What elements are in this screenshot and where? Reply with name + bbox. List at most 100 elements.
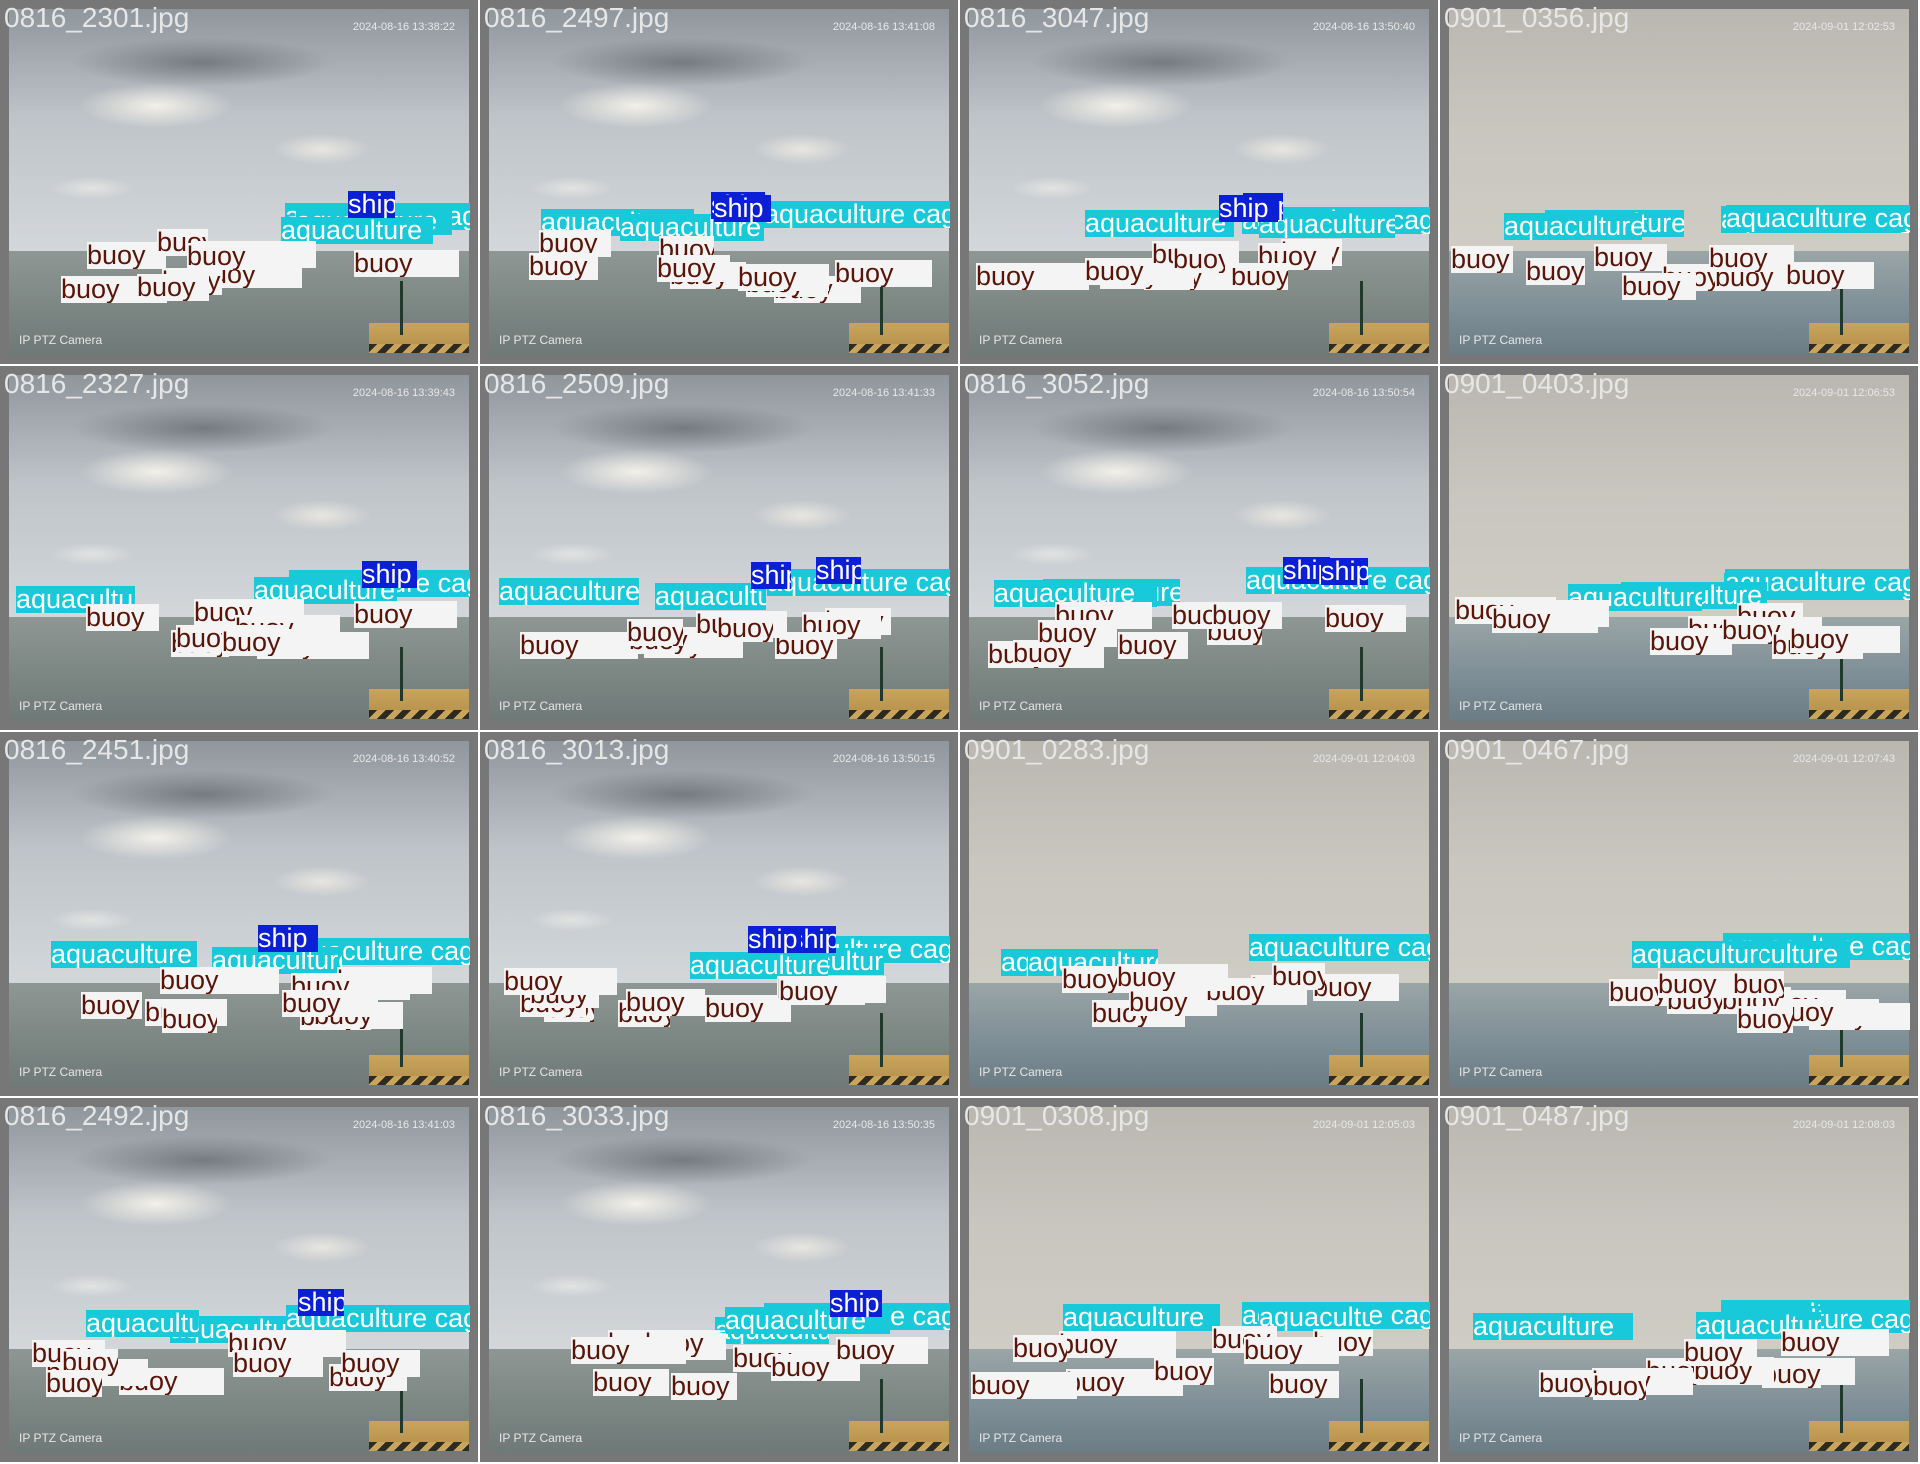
filename-label: 0901_0283.jpg xyxy=(964,734,1150,765)
aquaculture-label: aquaculture xyxy=(281,217,433,244)
buoy-label: buoy xyxy=(657,255,730,282)
image-tile: IP PTZ Camera2024-08-16 13:50:15aquacult… xyxy=(480,732,960,1098)
buoy-label: buoy xyxy=(671,1373,737,1400)
buoy-label: buoy xyxy=(282,990,378,1017)
aquaculture-label: aquaculture xyxy=(1504,213,1642,240)
buoy-label: buoy xyxy=(1059,1331,1176,1358)
buoy-label: buoy xyxy=(1737,1006,1793,1033)
filename-label: 0816_3033.jpg xyxy=(484,1100,670,1131)
buoy-label: buoy xyxy=(1212,602,1282,629)
buoy-label: buoy xyxy=(520,632,638,659)
buoy-label: buoy xyxy=(1244,1337,1339,1364)
detection-overlay: aquaculture cageaquacultureaquaculturebu… xyxy=(960,1098,1438,1462)
buoy-label: buoy xyxy=(81,992,142,1019)
buoy-label: buoy xyxy=(233,1350,323,1377)
image-tile: IP PTZ Camera 2024-08-16 13:38:22 aquacult… xyxy=(0,0,480,366)
aquaculture-label: aquaculture xyxy=(1085,210,1234,237)
buoy-label: buoy xyxy=(593,1369,669,1396)
ship-label: ship xyxy=(751,562,791,589)
buoy-label: buoy xyxy=(976,263,1089,290)
buoy-label: buoy xyxy=(1650,628,1732,655)
buoy-label: buoy xyxy=(1594,244,1667,271)
image-tile: IP PTZ Camera 2024-08-16 13:40:52 aquacult… xyxy=(0,732,480,1098)
image-tile: IP PTZ Camera2024-08-16 13:50:40aquacult… xyxy=(960,0,1440,366)
ship-label: ship xyxy=(1219,195,1278,222)
buoy-label: buoy xyxy=(354,250,459,277)
detection-overlay: aquaculture cageaquaculture cageaquacult… xyxy=(1440,0,1918,364)
image-tile: IP PTZ Camera2024-08-16 13:39:43aquacult… xyxy=(0,366,480,732)
aquaculture-label: aquaculture xyxy=(1473,1313,1633,1340)
detection-overlay: aquaculture cageaquacultureaquaculturebu… xyxy=(0,366,478,730)
buoy-label: buoy xyxy=(1118,632,1188,659)
buoy-label: buoy xyxy=(971,1372,1077,1399)
detection-overlay: aquaculture cageaquaculture cageaquacult… xyxy=(1440,1098,1918,1462)
detection-overlay: aquaculture cageaquacultureaquaculturebu… xyxy=(480,366,958,730)
detection-overlay: aquaculture cageaquacultureaquaculturebu… xyxy=(0,0,478,364)
ship-label: ship xyxy=(362,561,417,588)
buoy-label: buoy xyxy=(1038,620,1117,647)
ship-label: ship xyxy=(348,191,395,218)
buoy-label: buoy xyxy=(160,967,279,994)
buoy-label: buoy xyxy=(1451,246,1513,273)
detection-mosaic: IP PTZ Camera 2024-08-16 13:38:22 aquacult… xyxy=(0,0,1920,1464)
buoy-label: buoy xyxy=(836,1337,928,1364)
buoy-label: buoy xyxy=(626,989,705,1016)
buoy-label: buoy xyxy=(1013,1335,1067,1362)
detection-overlay: aquaculture cageaquacultureaquaculturebu… xyxy=(480,1098,958,1462)
buoy-label: buoy xyxy=(137,274,209,301)
buoy-label: buoy xyxy=(835,260,932,287)
buoy-label: buoy xyxy=(87,242,166,269)
aquaculture-label: aquaculture xyxy=(86,1310,199,1337)
buoy-label: buoy xyxy=(571,1337,686,1364)
buoy-label: buoy xyxy=(1709,245,1794,272)
buoy-label: buoy xyxy=(1684,1339,1757,1366)
buoy-label: buoy xyxy=(1790,626,1900,653)
aquaculture-cage-label: aquaculture cage xyxy=(764,201,950,228)
detection-overlay: aquaculture cageaquacultureaquaculturebu… xyxy=(0,1098,478,1462)
filename-label: 0816_2492.jpg xyxy=(4,1100,190,1131)
detection-overlay: aquaculture cageaquacultureaquaculturebu… xyxy=(480,732,958,1096)
image-tile: IP PTZ Camera2024-08-16 13:41:33aquacult… xyxy=(480,366,960,732)
buoy-label: buoy xyxy=(1733,971,1784,998)
image-tile: IP PTZ Camera 2024-09-01 12:02:53 aquacult… xyxy=(1440,0,1920,366)
buoy-label: buoy xyxy=(1129,989,1217,1016)
buoy-label: buoy xyxy=(1117,964,1228,991)
ship-label: ship xyxy=(816,557,861,584)
aquaculture-label: aquaculture xyxy=(51,941,197,968)
buoy-label: buoy xyxy=(1231,263,1288,290)
ship-label: ship xyxy=(298,1289,344,1316)
detection-overlay: aquaculture cageaquacultureaquaculturebu… xyxy=(960,366,1438,730)
filename-label: 0816_3013.jpg xyxy=(484,734,670,765)
image-tile: IP PTZ Camera2024-09-01 12:08:03aquacult… xyxy=(1440,1098,1920,1464)
detection-overlay: aquaculture cageaquacultureaquaculturebu… xyxy=(480,0,958,364)
image-tile: IP PTZ Camera2024-09-01 12:05:03aquacult… xyxy=(960,1098,1440,1464)
filename-label: 0901_0467.jpg xyxy=(1444,734,1630,765)
filename-label: 0816_3047.jpg xyxy=(964,2,1150,33)
buoy-label: buoy xyxy=(46,1370,102,1397)
filename-label: 0816_2451.jpg xyxy=(4,734,190,765)
ship-label: ship xyxy=(1321,558,1368,585)
image-tile: IP PTZ Camera2024-09-01 12:07:43aquacult… xyxy=(1440,732,1920,1098)
image-tile: IP PTZ Camera 2024-08-16 13:41:08 aquacult… xyxy=(480,0,960,366)
buoy-label: buoy xyxy=(162,1006,217,1033)
buoy-label: buoy xyxy=(341,1350,420,1377)
buoy-label: buoy xyxy=(1269,1371,1339,1398)
filename-label: 0901_0487.jpg xyxy=(1444,1100,1630,1131)
filename-label: 0816_2509.jpg xyxy=(484,368,670,399)
detection-overlay: aquaculture cageaquacultureaquaculturebu… xyxy=(0,732,478,1096)
aquaculture-label: aquaculture xyxy=(499,578,639,605)
detection-overlay: aquaculture cageaquaculture cageaquacult… xyxy=(1440,732,1918,1096)
image-tile: IP PTZ Camera 2024-09-01 12:04:03 aquacult… xyxy=(960,732,1440,1098)
image-tile: IP PTZ Camera2024-08-16 13:50:54aquacult… xyxy=(960,366,1440,732)
buoy-label: buoy xyxy=(1526,258,1585,285)
buoy-label: buoy xyxy=(1786,262,1874,289)
image-tile: IP PTZ Camera 2024-08-16 13:41:03 aquacult… xyxy=(0,1098,480,1464)
filename-label: 0816_3052.jpg xyxy=(964,368,1150,399)
buoy-label: buoy xyxy=(1781,1329,1889,1356)
buoy-label: buoy xyxy=(1154,1358,1214,1385)
buoy-label: buoy xyxy=(529,253,598,280)
aquaculture-label: aquaculture xyxy=(690,952,828,979)
detection-overlay: aquaculture cageaquacultureaquaculturebu… xyxy=(960,0,1438,364)
filename-label: 0816_2497.jpg xyxy=(484,2,670,33)
buoy-label: buoy xyxy=(1622,273,1696,300)
